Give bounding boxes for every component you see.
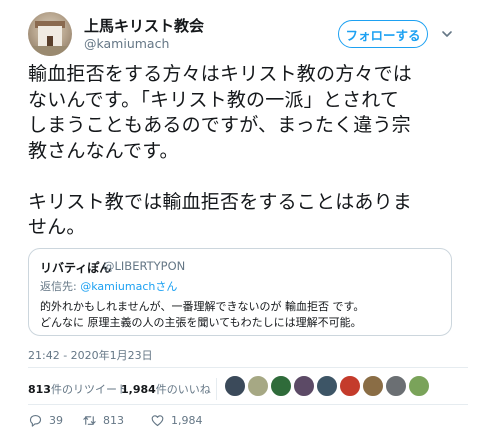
reply-prefix: 返信先:: [40, 280, 81, 293]
heart-icon: [151, 415, 164, 427]
reply-to-link[interactable]: @kamiumachさん: [80, 280, 177, 293]
liker-avatar-4[interactable]: [293, 375, 315, 397]
reply-icon: [29, 414, 42, 427]
like-stat[interactable]: 1,984件のいいね: [121, 381, 211, 397]
liker-avatar-3[interactable]: [270, 375, 292, 397]
like-stat-label: 件のいいね: [155, 383, 211, 396]
liker-avatar-1[interactable]: [224, 375, 246, 397]
liker-avatar-7[interactable]: [362, 375, 384, 397]
like-stat-count: 1,984: [121, 383, 156, 396]
liker-avatar-5[interactable]: [316, 375, 338, 397]
retweet-icon: [83, 416, 96, 425]
tweet-timestamp[interactable]: 21:42 - 2020年1月23日: [28, 347, 153, 363]
retweet-stat-count: 813: [28, 383, 51, 396]
author-avatar[interactable]: [28, 12, 72, 56]
stats-divider: [216, 378, 217, 400]
retweet-stat[interactable]: 813件のリツイート: [28, 381, 128, 397]
divider: [28, 404, 468, 405]
liker-avatar-8[interactable]: [385, 375, 407, 397]
reply-count: 39: [49, 414, 63, 427]
like-count: 1,984: [171, 414, 203, 427]
divider: [28, 367, 468, 368]
author-display-name[interactable]: 上馬キリスト教会: [84, 15, 204, 36]
quoted-reply-to: 返信先: @kamiumachさん: [40, 278, 177, 294]
retweet-count: 813: [103, 414, 124, 427]
like-button[interactable]: 1,984: [150, 413, 203, 428]
tweet-text: 輸血拒否をする方々はキリスト教の方々では ないんです。「キリスト教の一派」とされ…: [28, 63, 413, 238]
liker-avatar-6[interactable]: [339, 375, 361, 397]
tweet-header: 上馬キリスト教会 @kamiumach フォローする: [28, 12, 468, 56]
author-handle[interactable]: @kamiumach: [84, 36, 169, 51]
chevron-down-icon[interactable]: [441, 28, 453, 40]
liker-avatar-2[interactable]: [247, 375, 269, 397]
reply-button[interactable]: 39: [28, 413, 63, 428]
retweet-button[interactable]: 813: [82, 413, 124, 428]
quoted-author-name: リバティぽん: [40, 261, 112, 275]
follow-button[interactable]: フォローする: [338, 20, 428, 48]
quoted-tweet[interactable]: リバティぽん @LIBERTYPON 返信先: @kamiumachさん 的外れ…: [28, 248, 452, 336]
liker-avatar-9[interactable]: [408, 375, 430, 397]
quoted-author-handle: @LIBERTYPON: [103, 259, 186, 273]
retweet-stat-label: 件のリツイート: [50, 383, 128, 396]
quoted-tweet-body: 的外れかもしれませんが、一番理解できないのが 輸血拒否 です。 どんなに 原理主…: [40, 300, 365, 329]
